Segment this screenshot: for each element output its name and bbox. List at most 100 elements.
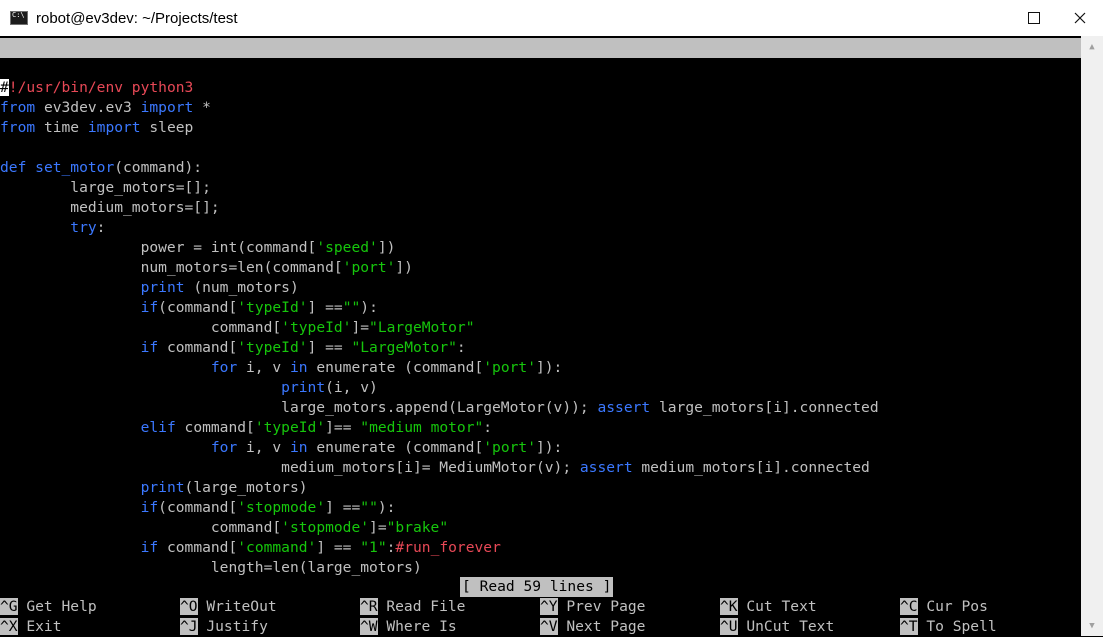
status-message: [ Read 59 lines ]	[460, 577, 614, 597]
shortcut-prev-page[interactable]: ^Y Prev Page	[540, 597, 645, 617]
code-token: ""	[360, 499, 378, 516]
code-token: num_motors=len(command[	[0, 259, 343, 276]
code-token: ]=	[369, 519, 387, 536]
shortcut-cur-pos[interactable]: ^C Cur Pos	[900, 597, 988, 617]
code-token: sleep	[140, 119, 194, 136]
shortcut-justify[interactable]: ^J Justify	[180, 617, 268, 637]
code-token: ] ==	[316, 539, 361, 556]
shortcut-next-page[interactable]: ^V Next Page	[540, 617, 645, 637]
scroll-up-icon[interactable]: ▲	[1081, 38, 1103, 55]
code-token: large_motors.append(LargeMotor(v));	[0, 399, 598, 416]
code-token: enumerate (command[	[307, 439, 484, 456]
close-button[interactable]	[1057, 0, 1103, 36]
shortcut-where-is[interactable]: ^W Where Is	[360, 617, 457, 637]
code-token: try	[70, 219, 97, 236]
shortcut-label: Where Is	[377, 618, 457, 635]
code-token: ):	[377, 499, 396, 516]
code-token: (num_motors)	[184, 279, 299, 296]
window-controls	[965, 0, 1103, 36]
code-token: 'typeId'	[237, 299, 308, 316]
code-token: "medium motor"	[360, 419, 484, 436]
code-line: try:	[0, 218, 105, 238]
code-token: 'port'	[342, 259, 396, 276]
code-token: enumerate (command[	[307, 359, 484, 376]
code-token: command[	[158, 539, 238, 556]
shortcut-key: ^O	[180, 598, 198, 615]
code-token: 'port'	[483, 359, 536, 376]
shortcut-label: Next Page	[557, 618, 646, 635]
code-token: import	[140, 99, 194, 116]
minimize-button[interactable]	[965, 0, 1011, 36]
code-token: length=len(large_motors)	[0, 559, 422, 576]
maximize-icon	[1028, 12, 1040, 24]
code-line: power = int(command['speed'])	[0, 238, 396, 258]
code-token: if	[140, 299, 159, 316]
shortcut-key: ^W	[360, 618, 378, 635]
shortcut-writeout[interactable]: ^O WriteOut	[180, 597, 277, 617]
code-token: power = int(command[	[0, 239, 317, 256]
shortcut-to-spell[interactable]: ^T To Spell	[900, 617, 997, 637]
shortcut-label: To Spell	[917, 618, 997, 635]
shortcut-label: UnCut Text	[737, 618, 835, 635]
code-token: ] ==	[307, 339, 352, 356]
shortcut-label: Justify	[197, 618, 268, 635]
code-token: set_motor	[35, 159, 115, 176]
shortcut-key: ^Y	[540, 598, 558, 615]
code-token: i, v	[237, 359, 290, 376]
code-token: assert	[597, 399, 651, 416]
code-token: print	[281, 379, 326, 396]
code-token: if	[140, 339, 159, 356]
nano-header-bar: GNU nano 2.2.6 File: motorsEV3.py	[0, 38, 1081, 96]
code-line: command['typeId']="LargeMotor"	[0, 318, 475, 338]
code-token: 'speed'	[316, 239, 378, 256]
code-token: "LargeMotor"	[351, 339, 457, 356]
shortcut-read-file[interactable]: ^R Read File	[360, 597, 465, 617]
shortcut-key: ^X	[0, 618, 18, 635]
code-token: (i, v)	[325, 379, 378, 396]
code-token: ])	[377, 239, 396, 256]
code-token: ] ==	[307, 299, 343, 316]
code-token: for	[210, 439, 238, 456]
scroll-down-icon[interactable]: ▼	[1081, 617, 1103, 634]
vertical-scrollbar[interactable]: ▲ ▼	[1081, 36, 1103, 636]
code-token: (command):	[114, 159, 203, 176]
code-line: if command['typeId'] == "LargeMotor":	[0, 338, 466, 358]
code-token: 'typeId'	[237, 339, 308, 356]
shortcut-get-help[interactable]: ^G Get Help	[0, 597, 97, 617]
code-token: "LargeMotor"	[369, 319, 475, 336]
code-token: for	[210, 359, 238, 376]
code-token: !/usr/bin/env python3	[8, 79, 194, 96]
code-line: command['stopmode']="brake"	[0, 518, 448, 538]
shortcut-key: ^J	[180, 618, 198, 635]
code-token: medium_motors[i].connected	[632, 459, 870, 476]
shortcut-label: Cur Pos	[917, 598, 988, 615]
code-token: medium_motors=[];	[0, 199, 220, 216]
code-token: ""	[342, 299, 361, 316]
shortcut-cut-text[interactable]: ^K Cut Text	[720, 597, 817, 617]
code-token: print	[140, 479, 185, 496]
code-line: if(command['typeId'] ==""):	[0, 298, 378, 318]
window-title: robot@ev3dev: ~/Projects/test	[36, 9, 238, 27]
nano-file-label: File: motorsEV3.py	[379, 79, 538, 96]
code-token: medium_motors[i]= MediumMotor(v);	[0, 459, 580, 476]
code-line: print(large_motors)	[0, 478, 308, 498]
code-line: medium_motors=[];	[0, 198, 220, 218]
terminal-area[interactable]: GNU nano 2.2.6 File: motorsEV3.py #!/usr…	[0, 36, 1081, 636]
shortcut-label: Get Help	[17, 598, 97, 615]
window-titlebar: C:\ robot@ev3dev: ~/Projects/test	[0, 0, 1103, 36]
code-token: 'command'	[237, 539, 317, 556]
shortcut-exit[interactable]: ^X Exit	[0, 617, 62, 637]
code-line: from time import sleep	[0, 118, 193, 138]
shortcut-uncut-text[interactable]: ^U UnCut Text	[720, 617, 834, 637]
code-line: length=len(large_motors)	[0, 558, 422, 578]
nano-version: GNU nano 2.2.6	[18, 59, 142, 76]
code-token: from	[0, 119, 36, 136]
console-app-icon[interactable]: C:\	[10, 11, 28, 25]
maximize-button[interactable]	[1011, 0, 1057, 36]
